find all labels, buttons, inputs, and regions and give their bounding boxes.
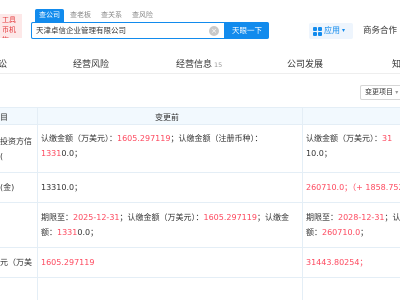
header-item: 目 xyxy=(0,113,8,122)
value-highlight: 260710.0 xyxy=(322,228,361,237)
logo-text-line-2: 币机构 xyxy=(2,26,16,38)
logo[interactable]: 工具 币机构 xyxy=(0,14,22,38)
search-input[interactable] xyxy=(36,26,208,35)
logo-text-line-1: 工具 xyxy=(2,16,16,24)
nav-item-development[interactable]: 公司发展 xyxy=(287,57,323,70)
tab-relation[interactable]: 查关系 xyxy=(97,9,126,22)
table-row: 期限至：2025-12-31；认缴金额（万美元）：1605.297119；认缴金… xyxy=(0,203,400,248)
row-after-line: 认缴金额（万美元）：31 xyxy=(306,131,400,146)
nav-item-business-risk[interactable]: 经营风险 xyxy=(73,57,109,70)
text: 期限至： xyxy=(306,213,338,222)
table-row: (金) 13310.0； 260710.0；（+ 1858.752 xyxy=(0,173,400,203)
text: 10.0； xyxy=(306,149,332,158)
caret-down-icon: ▾ xyxy=(395,89,399,96)
text: 认缴金额（万美元）： xyxy=(306,134,382,143)
text: 额： xyxy=(306,228,322,237)
nav-item-business-info-label: 经营信息 xyxy=(176,60,213,70)
value-highlight: 2025-12-31 xyxy=(73,213,120,222)
table-row: 元（万美 1605.297119 31443.80254； xyxy=(0,248,400,278)
row-after: 31443.80254； xyxy=(306,258,368,267)
row-after-line: 期限至：2028-12-31；认 xyxy=(306,210,400,225)
clear-icon[interactable]: × xyxy=(209,26,219,36)
business-cooperation-link[interactable]: 商务合作 xyxy=(363,23,397,39)
search-tabs: 查公司 查老板 查关系 查风险 xyxy=(35,9,157,22)
nav-item-business-info[interactable]: 经营信息 15 xyxy=(176,57,222,70)
value-highlight: 1331 xyxy=(57,228,78,237)
row-item-line: ( xyxy=(0,152,4,161)
row-item: (金) xyxy=(0,183,15,192)
nav-item-ip[interactable]: 知 xyxy=(392,57,400,70)
change-item-filter-label: 变更项目 xyxy=(365,88,393,96)
search-button[interactable]: 天眼一下 xyxy=(225,22,269,39)
change-item-filter[interactable]: 变更项目 ▾ xyxy=(360,85,400,100)
row-item-line: 投资方信 xyxy=(0,137,32,146)
row-after: 认缴金额（万美元）：31 10.0； xyxy=(306,131,400,161)
tab-boss[interactable]: 查老板 xyxy=(66,9,95,22)
row-after: 期限至：2028-12-31；认 额：260710.0； xyxy=(306,210,400,240)
row-before: 13310.0； xyxy=(41,183,83,192)
text: 认缴金额（万美元）： xyxy=(41,134,117,143)
table-row: 投资方信 ( 认缴金额（万美元）：1605.297119；认缴金额（注册币种）：… xyxy=(0,125,400,173)
text: 0.0 xyxy=(77,228,91,237)
header-before: 变更前 xyxy=(155,113,179,122)
tab-company[interactable]: 查公司 xyxy=(35,9,64,22)
text: ； xyxy=(360,228,369,237)
row-item: 元（万美 xyxy=(0,258,32,267)
search-box: × xyxy=(31,22,225,39)
apps-label: 应用 xyxy=(324,26,340,35)
header: 工具 币机构 查公司 查老板 查关系 查风险 × 天眼一下 应用 ▾ 商务合作 xyxy=(0,0,400,50)
value-highlight: 1331 xyxy=(41,149,62,158)
text: ； xyxy=(90,228,99,237)
text: ；认 xyxy=(384,213,400,222)
row-before: 认缴金额（万美元）：1605.297119；认缴金额（注册币种）： 13310.0… xyxy=(41,131,299,161)
value-highlight: 2028-12-31 xyxy=(338,213,385,222)
text: ；认缴金额（万美元）： xyxy=(119,213,204,222)
table-header: 目 变更前 xyxy=(0,107,400,125)
apps-button[interactable]: 应用 ▾ xyxy=(309,23,353,39)
text: 期限至： xyxy=(41,213,73,222)
caret-down-icon: ▾ xyxy=(342,27,346,34)
text: ；认缴金额（注册币种）： xyxy=(170,134,263,143)
row-before: 1605.297119 xyxy=(41,258,95,267)
value-highlight: 1605.297119 xyxy=(117,134,171,143)
text: 0.0； xyxy=(61,149,83,158)
change-records-table: 目 变更前 投资方信 ( 认缴金额（万美元）：1605.297119；认缴金额（… xyxy=(0,107,400,300)
section-nav: 讼 经营风险 经营信息 15 公司发展 知 xyxy=(0,50,400,74)
value-highlight: 31 xyxy=(382,134,393,143)
row-after: 260710.0；（+ 1858.752 xyxy=(306,183,400,192)
row-before: 期限至：2025-12-31；认缴金额（万美元）：1605.297119；认缴金… xyxy=(41,210,299,240)
grid-icon xyxy=(313,26,322,36)
nav-item-lawsuit[interactable]: 讼 xyxy=(0,57,7,70)
value-highlight: 1605.297119 xyxy=(203,213,257,222)
nav-item-business-info-count: 15 xyxy=(214,61,223,69)
row-item: 投资方信 ( xyxy=(0,134,36,164)
tab-risk[interactable]: 查风险 xyxy=(128,9,157,22)
